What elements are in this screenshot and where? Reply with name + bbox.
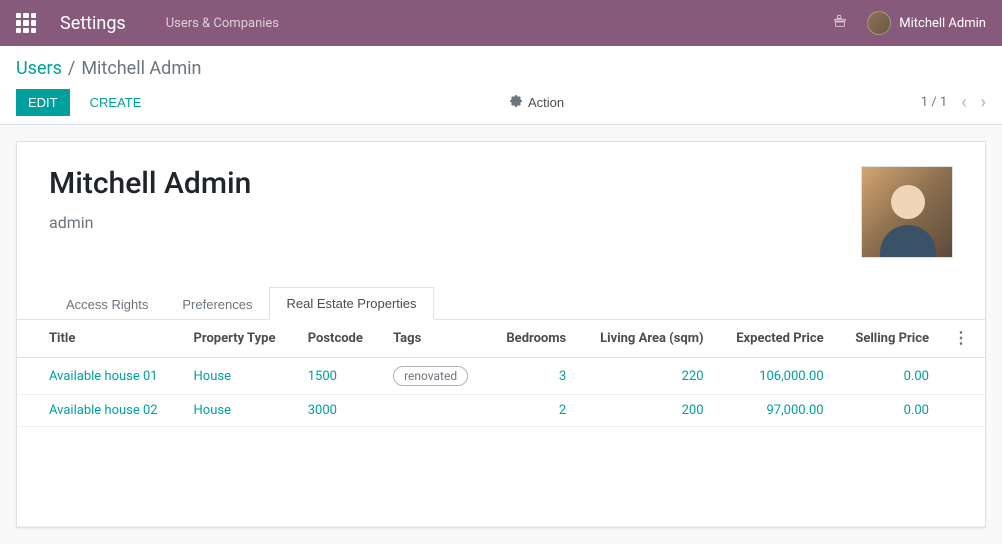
tab-real-estate-properties[interactable]: Real Estate Properties xyxy=(269,287,433,320)
col-selling-price[interactable]: Selling Price xyxy=(836,320,941,358)
gear-icon xyxy=(510,95,522,110)
chevron-right-icon[interactable]: › xyxy=(981,94,986,112)
col-title[interactable]: Title xyxy=(17,320,182,358)
breadcrumb-separator: / xyxy=(68,58,75,79)
avatar-image[interactable] xyxy=(861,166,953,258)
record-subtitle: admin xyxy=(49,213,861,232)
cell-expected: 106,000.00 xyxy=(716,358,836,395)
col-bedrooms[interactable]: Bedrooms xyxy=(488,320,578,358)
col-postcode[interactable]: Postcode xyxy=(296,320,381,358)
action-button[interactable]: Action xyxy=(510,95,564,110)
record-title: Mitchell Admin xyxy=(49,166,861,201)
cell-tags xyxy=(381,395,488,427)
cell-type[interactable]: House xyxy=(182,395,296,427)
cell-title[interactable]: Available house 02 xyxy=(17,395,182,427)
cell-area: 200 xyxy=(578,395,715,427)
user-menu[interactable]: Mitchell Admin xyxy=(867,11,986,35)
tab-access-rights[interactable]: Access Rights xyxy=(49,287,165,320)
apps-icon[interactable] xyxy=(16,13,36,33)
table-row[interactable]: Available house 01 House 1500 renovated … xyxy=(17,358,985,395)
cell-area: 220 xyxy=(578,358,715,395)
avatar-icon xyxy=(867,11,891,35)
app-title: Settings xyxy=(60,13,126,34)
kebab-icon[interactable]: ⋮ xyxy=(953,328,969,347)
chevron-left-icon[interactable]: ‹ xyxy=(961,94,966,112)
tab-preferences[interactable]: Preferences xyxy=(165,287,269,320)
cell-selling: 0.00 xyxy=(836,395,941,427)
user-name-label: Mitchell Admin xyxy=(899,16,986,31)
cell-tags: renovated xyxy=(381,358,488,395)
properties-table: Title Property Type Postcode Tags Bedroo… xyxy=(17,320,985,527)
form-sheet: Mitchell Admin admin Access Rights Prefe… xyxy=(16,141,986,528)
col-expected-price[interactable]: Expected Price xyxy=(716,320,836,358)
pager-text: 1 / 1 xyxy=(921,95,947,110)
breadcrumb-root[interactable]: Users xyxy=(16,58,62,79)
control-panel: Users / Mitchell Admin EDIT CREATE Actio… xyxy=(0,46,1002,125)
action-label: Action xyxy=(528,95,564,110)
col-living-area[interactable]: Living Area (sqm) xyxy=(578,320,715,358)
cell-selling: 0.00 xyxy=(836,358,941,395)
top-navbar: Settings Users & Companies Mitchell Admi… xyxy=(0,0,1002,46)
col-tags[interactable]: Tags xyxy=(381,320,488,358)
tag-renovated: renovated xyxy=(393,366,468,386)
table-wrap: Title Property Type Postcode Tags Bedroo… xyxy=(17,320,985,527)
cell-bedrooms: 3 xyxy=(488,358,578,395)
toolbar: EDIT CREATE Action 1 / 1 ‹ › xyxy=(16,89,986,124)
form-header: Mitchell Admin admin xyxy=(17,166,985,274)
edit-button[interactable]: EDIT xyxy=(16,89,70,116)
pager: 1 / 1 ‹ › xyxy=(921,94,986,112)
cell-bedrooms: 2 xyxy=(488,395,578,427)
breadcrumb-current: Mitchell Admin xyxy=(81,58,201,79)
tabs: Access Rights Preferences Real Estate Pr… xyxy=(17,286,985,320)
create-button[interactable]: CREATE xyxy=(78,89,154,116)
col-property-type[interactable]: Property Type xyxy=(182,320,296,358)
gift-icon[interactable] xyxy=(833,14,847,32)
cell-type[interactable]: House xyxy=(182,358,296,395)
cell-postcode: 1500 xyxy=(296,358,381,395)
table-row[interactable]: Available house 02 House 3000 2 200 97,0… xyxy=(17,395,985,427)
cell-expected: 97,000.00 xyxy=(716,395,836,427)
breadcrumb: Users / Mitchell Admin xyxy=(16,58,986,79)
nav-users-companies[interactable]: Users & Companies xyxy=(166,16,279,31)
cell-title[interactable]: Available house 01 xyxy=(17,358,182,395)
cell-postcode: 3000 xyxy=(296,395,381,427)
